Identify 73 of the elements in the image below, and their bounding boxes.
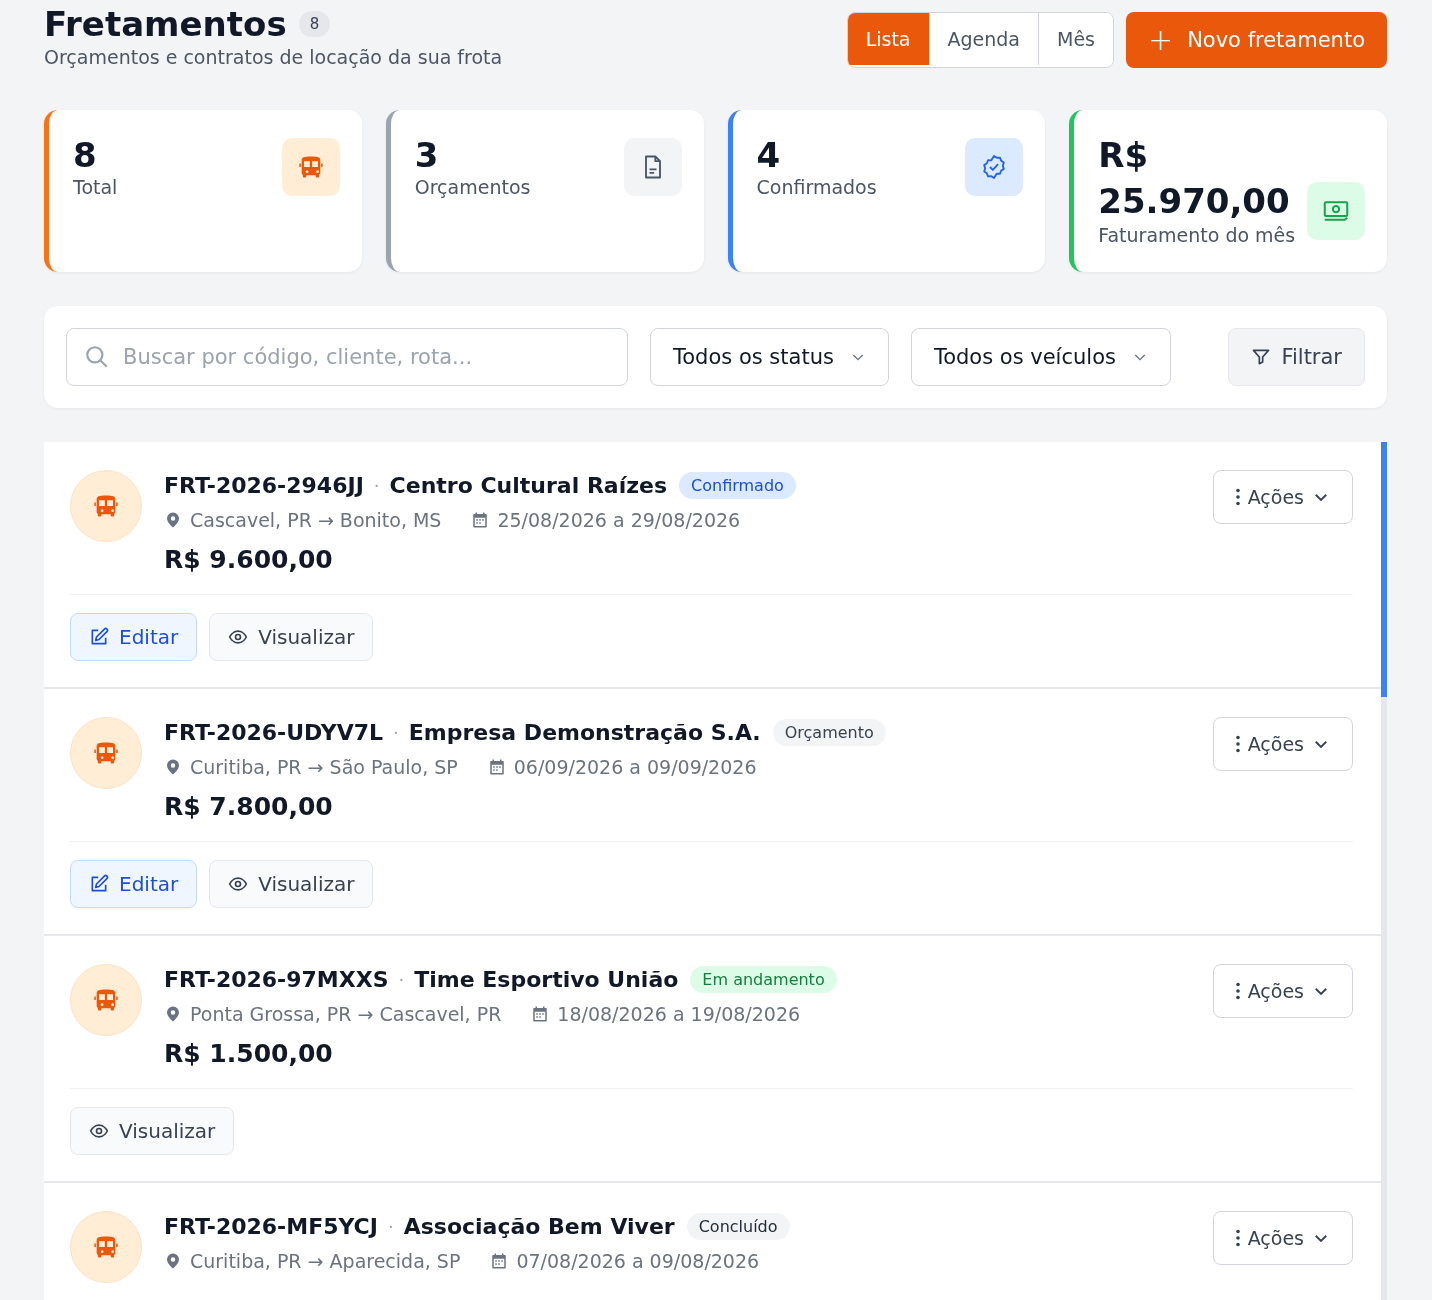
calendar-icon xyxy=(531,1005,550,1023)
calendar-icon xyxy=(471,511,490,529)
eye-icon xyxy=(228,627,249,647)
view-button[interactable]: Visualizar xyxy=(70,1107,235,1155)
date-range: 25/08/2026 a 29/08/2026 xyxy=(497,509,741,531)
filter-icon xyxy=(1251,347,1272,367)
charter-code: FRT-2026-2946JJ xyxy=(164,473,364,498)
more-vertical-icon xyxy=(1235,488,1240,506)
date-range: 07/08/2026 a 09/08/2026 xyxy=(516,1250,760,1272)
vehicle-select[interactable]: Todos os veículos xyxy=(910,328,1171,386)
separator-dot: · xyxy=(387,1216,394,1237)
edit-button[interactable]: Editar xyxy=(70,613,198,661)
client-name: Associação Bem Viver xyxy=(403,1214,675,1239)
price-text: R$ 1.500,00 xyxy=(164,1039,334,1068)
calendar-icon xyxy=(490,1252,509,1270)
page-title: Fretamentos xyxy=(44,4,287,44)
route-text: Curitiba, PR → Aparecida, SP xyxy=(190,1250,461,1272)
status-select[interactable]: Todos os status xyxy=(650,328,889,386)
view-tab[interactable]: Lista xyxy=(847,13,929,65)
stat-value: 3 xyxy=(414,134,440,176)
charter-code: FRT-2026-MF5YCJ xyxy=(164,1214,378,1239)
more-vertical-icon xyxy=(1235,982,1240,1000)
date-range: 06/09/2026 a 09/09/2026 xyxy=(513,756,757,778)
new-charter-button[interactable]: + Novo fretamento xyxy=(1126,12,1387,68)
eye-icon xyxy=(228,874,249,894)
page-subtitle: Orçamentos e contratos de locação da sua frota xyxy=(44,46,503,68)
filter-button[interactable]: Filtrar xyxy=(1228,328,1365,386)
edit-icon xyxy=(89,874,109,894)
view-tab[interactable]: Mês xyxy=(1038,13,1113,65)
route-text: Cascavel, PR → Bonito, MS xyxy=(190,509,442,531)
client-name: Centro Cultural Raízes xyxy=(389,473,668,498)
search-field[interactable]: Buscar por código, cliente, rota... xyxy=(66,328,628,386)
status-badge: Em andamento xyxy=(690,966,837,993)
location-pin-icon xyxy=(164,1004,182,1024)
separator-dot: · xyxy=(393,722,399,743)
calendar-icon xyxy=(487,758,506,776)
stat-label: Faturamento do mês xyxy=(1098,224,1297,246)
edit-button[interactable]: Editar xyxy=(70,860,198,908)
status-badge: Concluído xyxy=(686,1213,790,1240)
eye-icon xyxy=(89,1121,109,1141)
location-pin-icon xyxy=(164,510,182,530)
client-name: Time Esportivo União xyxy=(414,967,679,992)
location-pin-icon xyxy=(164,1251,182,1271)
view-button[interactable]: Visualizar xyxy=(209,613,374,661)
actions-dropdown[interactable]: Ações xyxy=(1212,470,1353,524)
route-text: Ponta Grossa, PR → Cascavel, PR xyxy=(190,1003,502,1025)
separator-dot: · xyxy=(398,969,405,990)
scrollbar[interactable] xyxy=(1381,442,1387,1300)
stat-value: 4 xyxy=(756,134,782,176)
location-pin-icon xyxy=(164,757,182,777)
actions-dropdown[interactable]: Ações xyxy=(1212,964,1353,1018)
charter-code: FRT-2026-UDYV7L xyxy=(164,720,384,745)
separator-dot: · xyxy=(373,475,380,496)
count-badge: 8 xyxy=(298,11,331,37)
edit-icon xyxy=(89,627,109,647)
price-text: R$ 7.800,00 xyxy=(164,792,334,821)
more-vertical-icon xyxy=(1235,735,1240,753)
more-vertical-icon xyxy=(1235,1229,1240,1247)
route-text: Curitiba, PR → São Paulo, SP xyxy=(190,756,458,778)
stat-value: R$ 25.970,00 xyxy=(1098,134,1291,223)
stat-value: 8 xyxy=(73,134,98,176)
status-badge: Orçamento xyxy=(772,719,886,746)
stat-label: Orçamentos xyxy=(414,176,531,198)
stat-label: Confirmados xyxy=(756,176,877,198)
actions-dropdown[interactable]: Ações xyxy=(1212,1211,1353,1265)
date-range: 18/08/2026 a 19/08/2026 xyxy=(557,1003,801,1025)
client-name: Empresa Demonstração S.A. xyxy=(408,720,761,745)
charter-code: FRT-2026-97MXXS xyxy=(164,967,389,992)
actions-dropdown[interactable]: Ações xyxy=(1212,717,1353,771)
view-button[interactable]: Visualizar xyxy=(209,860,374,908)
stat-label: Total xyxy=(73,176,118,198)
status-badge: Confirmado xyxy=(679,472,796,499)
price-text: R$ 9.600,00 xyxy=(164,545,334,574)
